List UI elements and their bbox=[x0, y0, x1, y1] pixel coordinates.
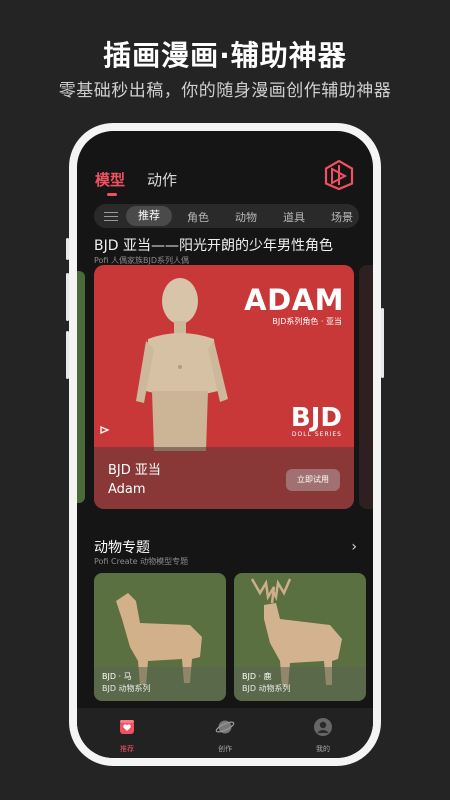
tab-model[interactable]: 模型 bbox=[95, 169, 125, 190]
category-bar: 推荐 角色 动物 道具 场景 bbox=[94, 204, 359, 228]
phone-side-button bbox=[66, 273, 69, 321]
animal-sub: BJD 动物系列 bbox=[242, 684, 291, 693]
next-card-peek[interactable] bbox=[359, 265, 373, 509]
nav-label: 创作 bbox=[218, 745, 232, 753]
animals-section-title: 动物专题 bbox=[94, 540, 150, 556]
bjd-badge: BJD bbox=[290, 403, 342, 433]
featured-big-subtitle: BJD系列角色 · 亚当 bbox=[272, 317, 342, 326]
featured-big-title: ADAM bbox=[244, 283, 344, 317]
nav-profile[interactable]: 我的 bbox=[293, 717, 353, 754]
nav-create[interactable]: 创作 bbox=[195, 717, 255, 754]
tab-action[interactable]: 动作 bbox=[147, 169, 177, 190]
tab-active-indicator bbox=[107, 193, 117, 196]
promo-headline: 插画漫画·辅助神器 bbox=[103, 39, 347, 72]
pofi-small-logo-icon bbox=[100, 426, 110, 434]
featured-card[interactable]: ADAM BJD系列角色 · 亚当 BJD DOLL SERIES BJD 亚当… bbox=[94, 265, 354, 509]
animal-sub: BJD 动物系列 bbox=[102, 684, 151, 693]
animal-card-deer[interactable]: BJD · 鹿 BJD 动物系列 bbox=[234, 573, 366, 701]
featured-section-title: BJD 亚当——阳光开朗的少年男性角色 bbox=[94, 238, 333, 254]
pofi-logo-icon[interactable] bbox=[323, 159, 355, 191]
category-character[interactable]: 角色 bbox=[187, 209, 209, 225]
phone-frame: 模型 动作 推荐 角色 动物 道具 场景 BJD 亚当——阳光开朗的少年男性角色… bbox=[66, 123, 384, 766]
top-bar: 模型 动作 bbox=[95, 159, 355, 196]
chevron-right-icon[interactable]: › bbox=[351, 539, 357, 555]
promo-subline: 零基础秒出稿，你的随身漫画创作辅助神器 bbox=[58, 81, 392, 101]
previous-card-peek[interactable] bbox=[77, 271, 85, 503]
phone-side-button bbox=[66, 331, 69, 379]
app-screen: 模型 动作 推荐 角色 动物 道具 场景 BJD 亚当——阳光开朗的少年男性角色… bbox=[77, 131, 373, 758]
phone-power-button bbox=[381, 308, 384, 378]
nav-label: 我的 bbox=[316, 745, 330, 753]
bjd-badge-sub: DOLL SERIES bbox=[291, 431, 342, 438]
animal-name: BJD · 鹿 bbox=[242, 672, 272, 681]
category-scene[interactable]: 场景 bbox=[331, 209, 353, 225]
profile-icon bbox=[314, 718, 332, 736]
animal-name: BJD · 马 bbox=[102, 672, 132, 681]
nav-label: 推荐 bbox=[120, 745, 134, 753]
category-recommend[interactable]: 推荐 bbox=[126, 206, 172, 226]
animal-card-horse[interactable]: BJD · 马 BJD 动物系列 bbox=[94, 573, 226, 701]
nav-recommend[interactable]: 推荐 bbox=[97, 717, 157, 754]
phone-side-button bbox=[66, 238, 69, 260]
adam-doll-figure bbox=[136, 278, 228, 451]
bottom-nav: 推荐 创作 我的 bbox=[77, 708, 373, 758]
planet-icon bbox=[215, 720, 235, 734]
try-now-button[interactable]: 立即试用 bbox=[286, 469, 340, 491]
featured-name-cn: BJD 亚当 bbox=[108, 463, 161, 478]
animals-section-subtitle: Pofi Create 动物模型专题 bbox=[94, 557, 189, 566]
category-animal[interactable]: 动物 bbox=[235, 209, 257, 225]
category-prop[interactable]: 道具 bbox=[283, 209, 305, 225]
recommend-icon bbox=[120, 720, 134, 734]
featured-name-en: Adam bbox=[108, 482, 146, 497]
menu-icon[interactable] bbox=[104, 209, 118, 223]
